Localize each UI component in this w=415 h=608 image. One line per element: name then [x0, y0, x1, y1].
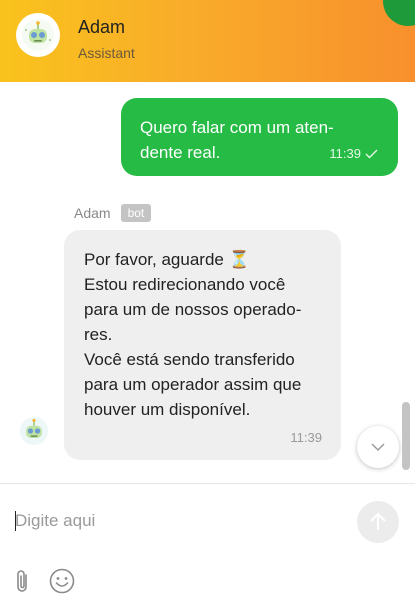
smiley-icon — [49, 568, 75, 594]
message-list[interactable]: Quero falar com um aten- dente real. 11:… — [0, 82, 415, 482]
incoming-message-line: houver um disponível. — [84, 400, 251, 419]
incoming-message-line: Estou redirecionando você — [84, 275, 286, 294]
incoming-message-line: para um de nossos operado- — [84, 300, 302, 319]
message-input[interactable] — [15, 506, 335, 536]
outgoing-message-meta: 11:39 — [329, 141, 378, 166]
incoming-message: Por favor, aguarde ⏳ Estou redirecionand… — [64, 230, 341, 460]
message-composer — [0, 483, 415, 608]
arrow-up-icon — [370, 512, 386, 530]
outgoing-message-line: Quero falar com um aten- — [140, 118, 334, 137]
bot-avatar — [16, 413, 52, 449]
sender-name: Adam — [74, 205, 111, 221]
chat-header: Adam Assistant — [0, 0, 415, 82]
incoming-message-line: para um operador assim que — [84, 375, 302, 394]
chevron-down-icon — [371, 443, 385, 452]
incoming-message-line: Por favor, aguarde ⏳ — [84, 250, 250, 269]
incoming-message-line: res. — [84, 325, 113, 344]
header-subtitle: Assistant — [78, 45, 135, 61]
check-icon — [365, 149, 378, 158]
outgoing-message-time: 11:39 — [329, 146, 361, 161]
send-button[interactable] — [357, 501, 399, 543]
incoming-sender-row: Adam bot — [74, 204, 152, 222]
outgoing-message: Quero falar com um aten- dente real. 11:… — [121, 98, 398, 176]
robot-face-icon — [22, 19, 54, 51]
robot-face-icon — [19, 416, 49, 446]
assistant-avatar — [16, 13, 60, 57]
bot-badge: bot — [120, 204, 152, 222]
incoming-message-time: 11:39 — [290, 430, 322, 445]
paperclip-icon — [17, 570, 27, 592]
header-title: Adam — [78, 17, 126, 37]
emoji-button[interactable] — [49, 568, 75, 594]
corner-decoration — [383, 0, 415, 26]
incoming-message-line: Você está sendo transferido — [84, 350, 295, 369]
scrollbar-thumb[interactable] — [402, 402, 410, 470]
attach-button[interactable] — [12, 568, 34, 594]
scroll-down-button[interactable] — [357, 426, 399, 468]
